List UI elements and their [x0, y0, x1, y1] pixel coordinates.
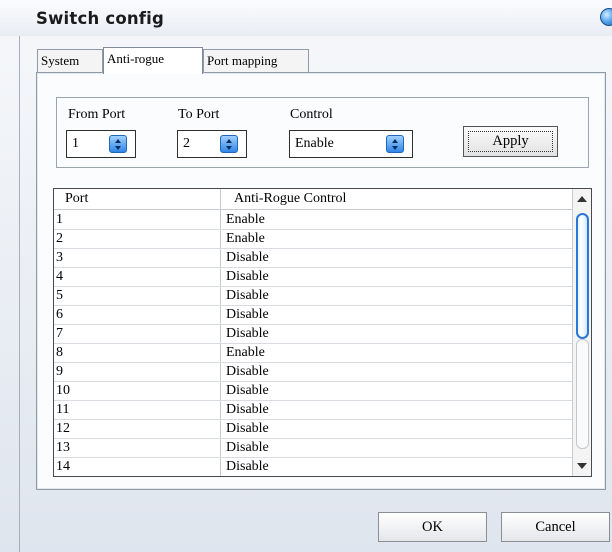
port-cell: 4	[56, 269, 63, 284]
control-value: Enable	[295, 136, 334, 151]
table-row[interactable]: 9 Disable	[54, 363, 573, 382]
table-row[interactable]: 13 Disable	[54, 439, 573, 458]
port-cell: 5	[56, 288, 63, 303]
anti-rogue-control-cell: Disable	[226, 421, 269, 436]
title-bar: Switch config	[0, 0, 612, 36]
scroll-down-icon[interactable]	[577, 463, 587, 469]
tab-port-mapping[interactable]: Port mapping	[203, 49, 309, 73]
table-row[interactable]: 10 Disable	[54, 382, 573, 401]
spinner-arrows-icon[interactable]	[220, 135, 238, 153]
port-cell: 13	[56, 440, 70, 455]
port-cell: 7	[56, 326, 63, 341]
scroll-up-icon[interactable]	[577, 196, 587, 202]
column-header-port[interactable]: Port	[65, 191, 88, 207]
to-port-value: 2	[183, 136, 190, 151]
ok-button[interactable]: OK	[378, 512, 487, 542]
table-row[interactable]: 14 Disable	[54, 458, 573, 476]
port-cell: 14	[56, 459, 70, 474]
anti-rogue-control-cell: Disable	[226, 288, 269, 303]
spinner-arrows-icon[interactable]	[109, 135, 127, 153]
switch-config-window: Switch config System Anti-rogue Port map…	[0, 0, 612, 552]
anti-rogue-control-cell: Disable	[226, 307, 269, 322]
port-cell: 12	[56, 421, 70, 436]
anti-rogue-control-cell: Enable	[226, 345, 265, 360]
anti-rogue-control-cell: Disable	[226, 459, 269, 474]
port-control-group: From Port To Port Control 1 2 Enable App…	[56, 97, 589, 168]
vertical-scrollbar[interactable]	[572, 189, 591, 476]
port-cell: 9	[56, 364, 63, 379]
table-header: Port Anti-Rogue Control	[54, 189, 573, 210]
table-row[interactable]: 8 Enable	[54, 344, 573, 363]
spinner-arrows-icon[interactable]	[386, 135, 404, 153]
anti-rogue-control-cell: Disable	[226, 383, 269, 398]
control-label: Control	[290, 107, 333, 122]
port-cell: 1	[56, 212, 63, 227]
scrollbar-thumb[interactable]	[576, 213, 589, 339]
anti-rogue-control-cell: Disable	[226, 440, 269, 455]
port-cell: 8	[56, 345, 63, 360]
table-row[interactable]: 3 Disable	[54, 249, 573, 268]
apply-label: Apply	[492, 133, 529, 149]
to-port-label: To Port	[178, 107, 220, 122]
to-port-spinner[interactable]: 2	[177, 130, 247, 158]
anti-rogue-panel: From Port To Port Control 1 2 Enable App…	[36, 72, 606, 490]
anti-rogue-control-cell: Disable	[226, 250, 269, 265]
anti-rogue-control-cell: Disable	[226, 402, 269, 417]
port-cell: 2	[56, 231, 63, 246]
column-header-anti-rogue-control[interactable]: Anti-Rogue Control	[234, 191, 346, 207]
table-row[interactable]: 2 Enable	[54, 230, 573, 249]
port-cell: 10	[56, 383, 70, 398]
port-cell: 11	[56, 402, 70, 417]
tab-system[interactable]: System	[37, 49, 103, 73]
table-row[interactable]: 6 Disable	[54, 306, 573, 325]
anti-rogue-control-cell: Disable	[226, 326, 269, 341]
table-row[interactable]: 1 Enable	[54, 211, 573, 230]
anti-rogue-control-cell: Enable	[226, 212, 265, 227]
table-row[interactable]: 11 Disable	[54, 401, 573, 420]
table-row[interactable]: 4 Disable	[54, 268, 573, 287]
control-spinner[interactable]: Enable	[289, 130, 413, 158]
anti-rogue-control-cell: Enable	[226, 231, 265, 246]
from-port-value: 1	[72, 136, 79, 151]
scrollbar-track[interactable]	[576, 339, 589, 449]
tab-anti-rogue[interactable]: Anti-rogue	[103, 47, 203, 74]
table-row[interactable]: 12 Disable	[54, 420, 573, 439]
from-port-label: From Port	[68, 107, 126, 122]
port-cell: 6	[56, 307, 63, 322]
table-row[interactable]: 7 Disable	[54, 325, 573, 344]
window-orb-icon[interactable]	[600, 8, 612, 26]
port-cell: 3	[56, 250, 63, 265]
anti-rogue-control-cell: Disable	[226, 364, 269, 379]
table-row[interactable]: 5 Disable	[54, 287, 573, 306]
anti-rogue-table: Port Anti-Rogue Control 1 Enable 2 Enable 3 D…	[53, 188, 592, 477]
anti-rogue-control-cell: Disable	[226, 269, 269, 284]
apply-button[interactable]: Apply	[463, 126, 558, 157]
window-title: Switch config	[36, 9, 165, 28]
window-left-edge	[19, 36, 20, 552]
cancel-button[interactable]: Cancel	[501, 512, 610, 542]
from-port-spinner[interactable]: 1	[66, 130, 136, 158]
table-body: 1 Enable 2 Enable 3 Disable 4 Disable 5 Disable 6 D…	[54, 211, 573, 476]
